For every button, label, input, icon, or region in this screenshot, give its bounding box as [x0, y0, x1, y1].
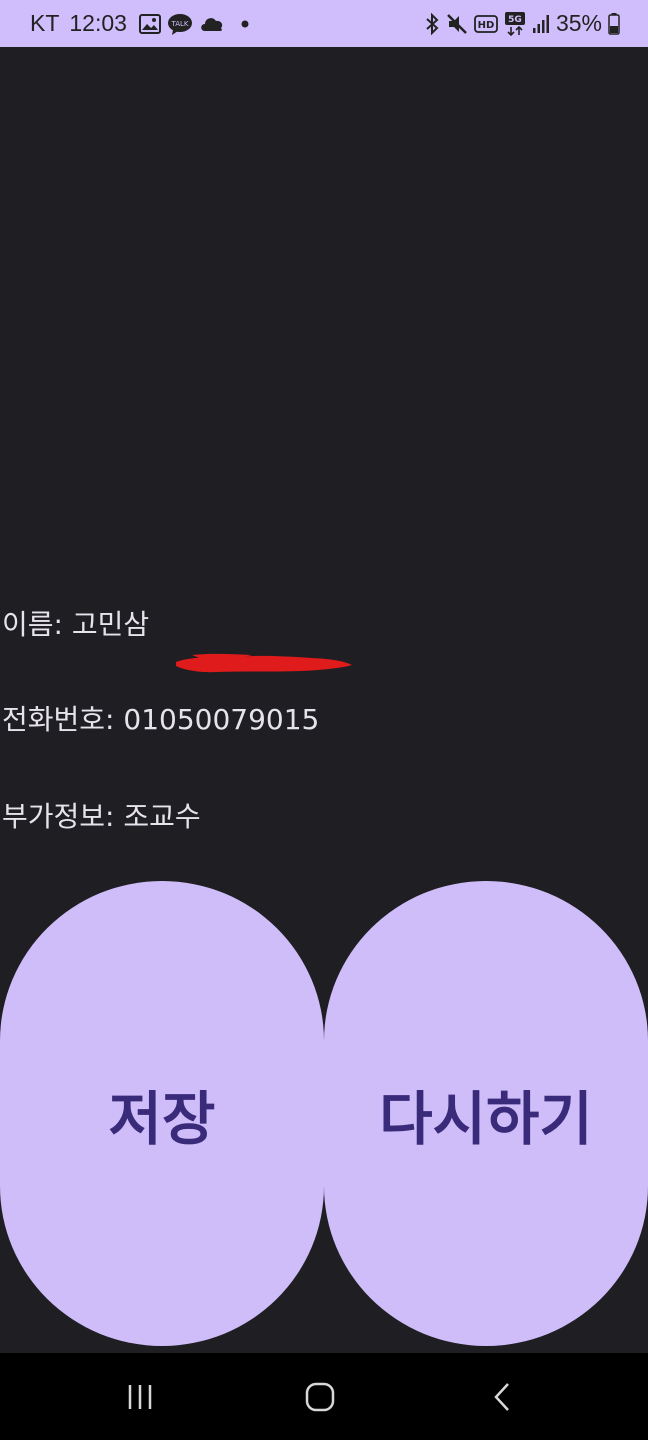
carrier-label: KT	[30, 10, 60, 36]
recent-apps-button[interactable]	[80, 1353, 200, 1440]
save-button[interactable]: 저장	[0, 881, 324, 1346]
retry-button-label: 다시하기	[379, 1084, 593, 1153]
dot-icon	[241, 20, 249, 28]
status-bar-right: HD 5G 35%	[424, 0, 620, 47]
mute-icon	[446, 13, 468, 35]
gallery-icon	[138, 13, 161, 34]
retry-button[interactable]: 다시하기	[324, 881, 648, 1346]
name-text: 이름: 고민삼	[2, 608, 150, 641]
battery-icon	[608, 12, 620, 35]
back-button[interactable]	[442, 1353, 562, 1440]
status-bar-left: KT 12:03 TALK	[30, 0, 249, 47]
recent-apps-icon	[128, 1384, 152, 1409]
redaction-mark	[176, 653, 352, 673]
bluetooth-icon	[424, 12, 440, 35]
navigation-bar	[0, 1353, 648, 1440]
hd-label: HD	[478, 20, 495, 31]
save-button-label: 저장	[108, 1084, 216, 1153]
status-bar: KT 12:03 TALK HD 5G 35%	[0, 0, 648, 47]
home-button[interactable]	[260, 1353, 380, 1440]
hd-icon: HD	[474, 14, 498, 33]
battery-percent: 35%	[555, 10, 602, 36]
cloud-icon	[199, 15, 225, 33]
extra-info-text: 부가정보: 조교수	[2, 800, 201, 833]
5g-icon: 5G	[504, 11, 526, 36]
talk-icon: TALK	[167, 13, 193, 35]
network-label: 5G	[508, 15, 522, 25]
back-icon	[494, 1382, 509, 1411]
phone-text: 전화번호: 01050079015	[2, 703, 320, 736]
signal-icon	[532, 14, 550, 34]
clock: 12:03	[69, 10, 127, 36]
home-icon	[305, 1382, 335, 1411]
svg-text:TALK: TALK	[170, 20, 188, 28]
